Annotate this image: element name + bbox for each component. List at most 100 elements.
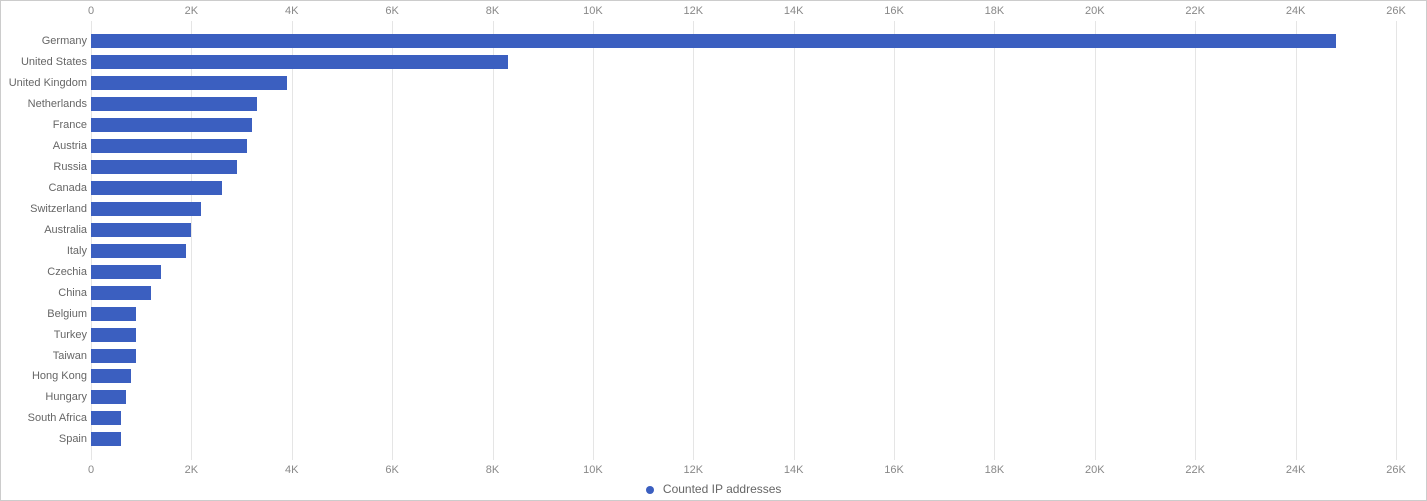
bar-fill[interactable] [91,139,247,153]
axis-tick-bottom: 24K [1286,464,1306,476]
bars-container: Germany United States United Kingdom Nether… [91,31,1396,450]
axis-tick-top: 2K [185,5,198,17]
bar-track [91,286,1396,300]
bar-fill[interactable] [91,244,186,258]
axis-tick-bottom: 10K [583,464,603,476]
axis-tick-top: 6K [385,5,398,17]
bar-row: Spain [91,430,1396,448]
bar-row: Czechia [91,263,1396,281]
bar-track [91,181,1396,195]
bar-fill[interactable] [91,181,222,195]
bar-fill[interactable] [91,369,131,383]
bar-row: France [91,116,1396,134]
bar-row: United States [91,53,1396,71]
bar-row: Russia [91,158,1396,176]
bar-row: Switzerland [91,200,1396,218]
axis-tick-top: 26K [1386,5,1406,17]
axis-tick-bottom: 14K [784,464,804,476]
bar-track [91,118,1396,132]
bar-fill[interactable] [91,286,151,300]
bar-row: South Africa [91,409,1396,427]
bar-track [91,390,1396,404]
bar-row: United Kingdom [91,74,1396,92]
bar-fill[interactable] [91,349,136,363]
bar-fill[interactable] [91,307,136,321]
bar-row: Italy [91,242,1396,260]
bar-track [91,55,1396,69]
bar-row: Australia [91,221,1396,239]
axis-tick-top: 20K [1085,5,1105,17]
category-label: Austria [1,140,87,152]
bar-fill[interactable] [91,432,121,446]
category-label: France [1,119,87,131]
bar-track [91,432,1396,446]
bar-track [91,307,1396,321]
axis-tick-top: 10K [583,5,603,17]
bar-fill[interactable] [91,118,252,132]
axis-tick-bottom: 26K [1386,464,1406,476]
bar-row: Austria [91,137,1396,155]
axis-tick-bottom: 0 [88,464,94,476]
axis-tick-top: 0 [88,5,94,17]
axis-tick-bottom: 6K [385,464,398,476]
bar-track [91,244,1396,258]
category-label: Hungary [1,391,87,403]
bar-fill[interactable] [91,160,237,174]
bar-row: China [91,284,1396,302]
axis-tick-top: 4K [285,5,298,17]
bar-track [91,369,1396,383]
legend-label: Counted IP addresses [663,482,782,496]
category-label: Netherlands [1,98,87,110]
bar-fill[interactable] [91,76,287,90]
bar-track [91,34,1396,48]
bar-fill[interactable] [91,411,121,425]
bar-fill[interactable] [91,265,161,279]
axis-tick-bottom: 2K [185,464,198,476]
bar-row: Germany [91,32,1396,50]
axis-tick-bottom: 18K [985,464,1005,476]
category-label: China [1,287,87,299]
category-label: Belgium [1,308,87,320]
axis-tick-top: 16K [884,5,904,17]
category-label: Italy [1,245,87,257]
category-label: Switzerland [1,203,87,215]
category-label: Czechia [1,266,87,278]
bar-row: Taiwan [91,347,1396,365]
bar-track [91,76,1396,90]
chart-frame: Germany United States United Kingdom Nether… [0,0,1427,501]
bar-row: Hungary [91,388,1396,406]
bar-row: Belgium [91,305,1396,323]
bar-track [91,223,1396,237]
category-label: South Africa [1,412,87,424]
axis-tick-bottom: 4K [285,464,298,476]
bar-fill[interactable] [91,223,191,237]
bar-track [91,139,1396,153]
bar-row: Netherlands [91,95,1396,113]
bar-fill[interactable] [91,390,126,404]
category-label: Turkey [1,329,87,341]
category-label: Germany [1,35,87,47]
bar-fill[interactable] [91,202,201,216]
category-label: Taiwan [1,350,87,362]
legend: Counted IP addresses [1,482,1426,496]
bar-track [91,97,1396,111]
bar-fill[interactable] [91,34,1336,48]
category-label: Canada [1,182,87,194]
bar-row: Turkey [91,326,1396,344]
axis-tick-top: 22K [1185,5,1205,17]
gridline [1396,21,1397,460]
bar-fill[interactable] [91,97,257,111]
axis-tick-bottom: 22K [1185,464,1205,476]
bar-track [91,411,1396,425]
category-label: Spain [1,433,87,445]
axis-tick-bottom: 16K [884,464,904,476]
category-label: Russia [1,161,87,173]
axis-tick-top: 24K [1286,5,1306,17]
bar-fill[interactable] [91,328,136,342]
bar-fill[interactable] [91,55,508,69]
axis-tick-top: 14K [784,5,804,17]
axis-tick-bottom: 20K [1085,464,1105,476]
bar-track [91,265,1396,279]
bar-track [91,160,1396,174]
bar-row: Canada [91,179,1396,197]
